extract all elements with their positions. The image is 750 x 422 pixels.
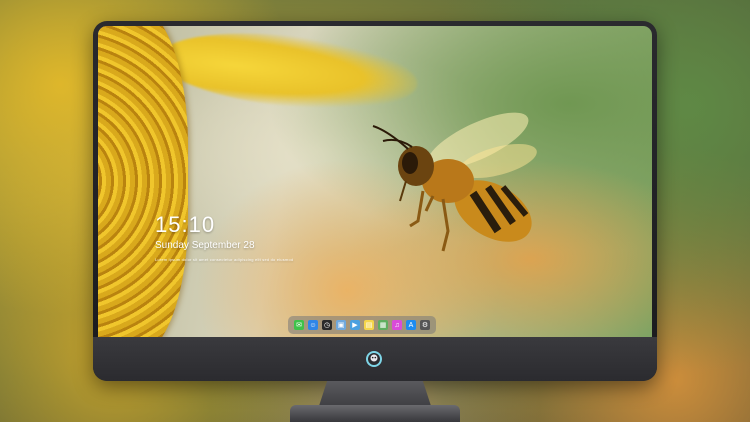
lock-screen-clock: 15:10 Sunday September 28 Lorem ipsum do… (155, 212, 293, 262)
photos-icon[interactable]: ▣ (336, 320, 346, 330)
bee-wallpaper (372, 112, 537, 252)
clock-time: 15:10 (155, 212, 216, 237)
messages-icon[interactable]: ✉ (294, 320, 304, 330)
app-store-icon[interactable]: A (406, 320, 416, 330)
clock-fine-print: Lorem ipsum dolor sit amet consectetur a… (155, 257, 294, 262)
system-settings-icon[interactable]: ⚙ (420, 320, 430, 330)
preview-icon[interactable]: ▦ (378, 320, 388, 330)
clock-icon[interactable]: ◷ (322, 320, 332, 330)
clock-date: Sunday September 28 (155, 240, 255, 251)
finder-icon[interactable]: ☺ (308, 320, 318, 330)
monitor-stand-base (290, 405, 460, 422)
monitor: 15:10 Sunday September 28 Lorem ipsum do… (93, 21, 657, 381)
video-editor-icon[interactable]: ▶ (350, 320, 360, 330)
sunflower-wallpaper (98, 26, 188, 337)
desktop-screen: 15:10 Sunday September 28 Lorem ipsum do… (98, 26, 652, 337)
notes-icon[interactable]: ▤ (364, 320, 374, 330)
music-icon[interactable]: ♫ (392, 320, 402, 330)
brand-logo-icon (366, 351, 382, 367)
dock: ✉ ☺ ◷ ▣ ▶ ▤ ▦ ♫ A ⚙ (288, 316, 436, 334)
